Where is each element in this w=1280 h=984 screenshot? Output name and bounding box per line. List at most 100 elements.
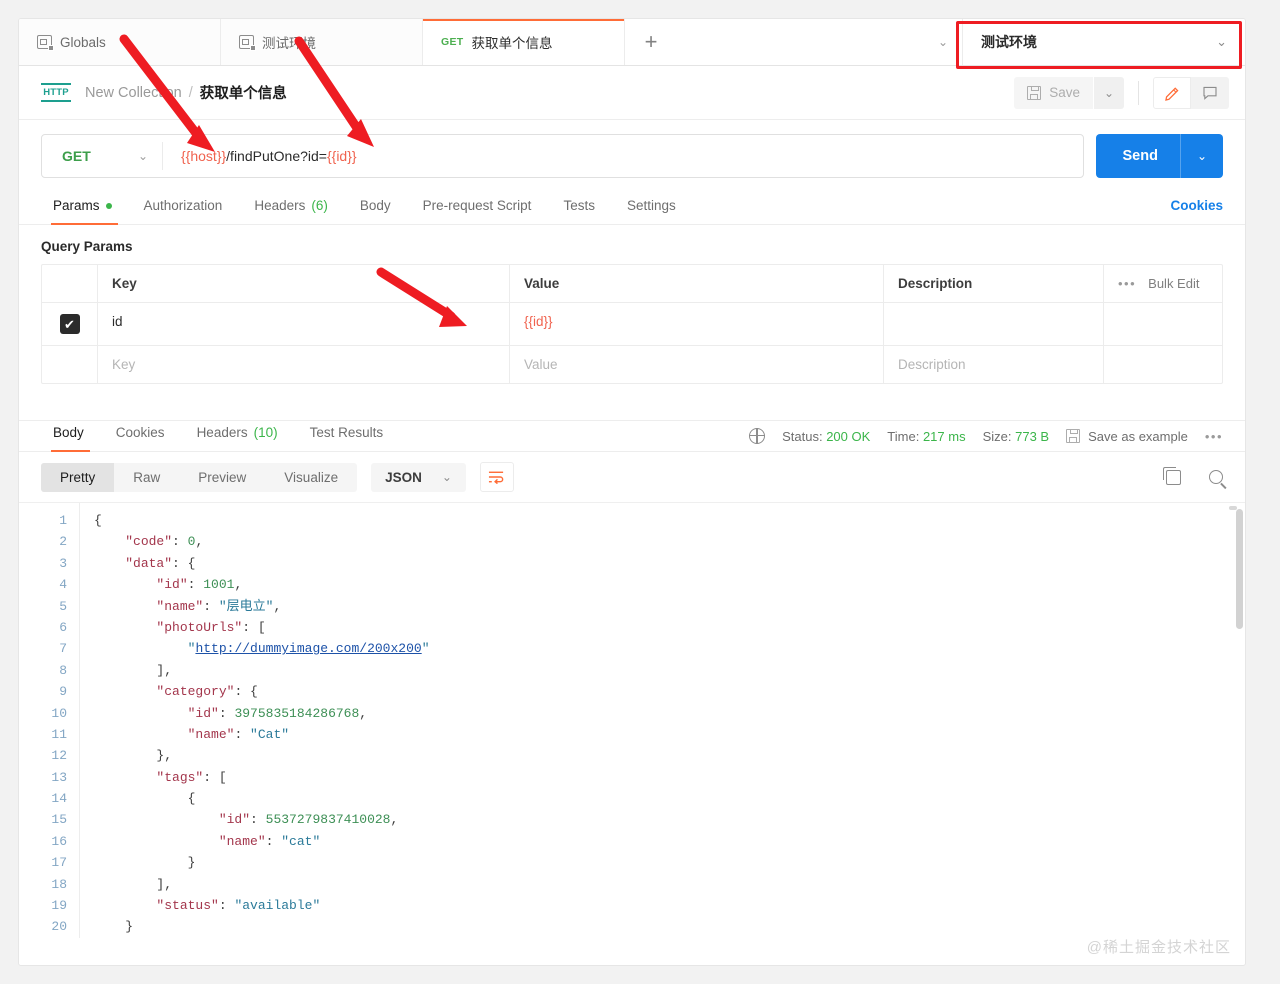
param-description-input[interactable] [884,303,1104,345]
tab-headers[interactable]: Headers (6) [238,194,344,224]
tab-label: Tests [563,198,595,213]
search-icon[interactable] [1209,470,1223,484]
line-number: 2 [59,534,67,550]
save-button[interactable]: Save [1014,76,1093,109]
tab-body[interactable]: Body [344,194,407,224]
code-token: , [195,534,204,550]
code-line: "data": { [94,553,1245,574]
new-param-value-input[interactable]: Value [510,346,884,383]
response-tab-headers[interactable]: Headers (10) [181,421,294,451]
code-token: ], [94,662,173,678]
code-line: { [94,788,1245,809]
size-value: 773 B [1015,428,1050,444]
code-token: }, [94,748,173,764]
response-tab-cookies[interactable]: Cookies [100,421,181,451]
column-header-value: Value [510,265,884,302]
view-mode-segmented-control: Pretty Raw Preview Visualize [41,462,358,492]
postman-window: Globals 测试环境 GET 获取单个信息 + ⌄ 测试环境 ⌄ HTTP … [18,18,1246,966]
code-token: { [94,513,102,528]
line-number: 7 [59,641,67,657]
edit-request-button[interactable] [1153,76,1191,109]
tab-bar: Globals 测试环境 GET 获取单个信息 + ⌄ 测试环境 ⌄ [19,19,1245,66]
send-button[interactable]: Send [1096,148,1179,164]
tab-authorization[interactable]: Authorization [128,194,239,224]
cookies-link[interactable]: Cookies [1170,198,1223,224]
tab-pre-request-script[interactable]: Pre-request Script [407,194,548,224]
tab-tests[interactable]: Tests [547,194,611,224]
chevron-down-icon: ⌄ [137,149,148,163]
url-input[interactable]: {{host}}/findPutOne?id={{id}} [163,148,357,164]
response-tab-body[interactable]: Body [41,421,100,452]
size-label: Size: [982,428,1012,444]
line-number: 15 [51,812,67,828]
view-mode-pretty[interactable]: Pretty [41,462,115,492]
column-header-key: Key [98,265,510,302]
new-param-key-input[interactable]: Key [98,346,510,383]
code-line: ], [94,660,1245,681]
globe-icon [748,427,766,444]
tab-count: (10) [253,425,278,440]
code-lines[interactable]: { "code": 0, "data": { "id": 1001, "name… [79,503,1245,938]
param-key-input[interactable]: id [98,303,510,345]
response-more-options-icon[interactable]: ••• [1205,429,1223,444]
response-format-select[interactable]: JSON ⌄ [371,462,466,492]
tab-params[interactable]: Params [41,194,128,225]
code-token: "name" [187,726,235,742]
line-number: 18 [51,876,67,892]
chevron-down-icon[interactable]: ⌄ [924,19,962,65]
code-token: " [421,641,430,657]
code-line: "id": 5537279837410028, [94,809,1245,830]
bulk-edit-button[interactable]: ••• Bulk Edit [1104,265,1222,302]
url-row: GET ⌄ {{host}}/findPutOne?id={{id}} Send… [19,120,1245,190]
status-value: 200 OK [826,428,871,444]
response-body-viewer[interactable]: 1 2 3 4 5 6 7 8 9 10 11 12 13 14 15 16 17 18 19 20 { "code"… [19,502,1245,947]
view-mode-raw[interactable]: Raw [114,463,179,492]
save-options-button[interactable]: ⌄ [1094,76,1124,109]
new-param-description-input[interactable]: Description [884,346,1104,383]
row-checkbox-cell [42,346,98,383]
send-options-chevron-icon[interactable]: ⌄ [1181,149,1223,163]
param-value-input[interactable]: {{id}} [510,303,884,345]
tab-globals[interactable]: Globals [19,19,221,65]
breadcrumb-collection[interactable]: New Collection [85,85,182,101]
line-number: 4 [59,577,67,593]
tab-test-environment[interactable]: 测试环境 [221,19,423,65]
code-line: "name": "层电立", [94,596,1245,617]
table-row: ✔ id {{id}} [42,303,1222,346]
send-button-group[interactable]: Send ⌄ [1096,134,1223,178]
row-actions [1104,346,1222,383]
view-mode-visualize[interactable]: Visualize [265,463,357,492]
http-method-select[interactable]: GET ⌄ [42,148,162,164]
tab-label: Body [359,198,391,213]
time-label: Time: [887,428,920,444]
comment-button[interactable] [1191,76,1229,109]
environment-selector[interactable]: 测试环境 ⌄ [962,19,1245,65]
tab-settings[interactable]: Settings [611,194,692,224]
response-format-value: JSON [385,469,422,485]
request-tabs: Params Authorization Headers (6) Body Pr… [19,190,1245,225]
new-tab-button[interactable]: + [625,19,677,65]
vertical-scrollbar[interactable] [1236,509,1243,629]
code-token: , [359,705,368,721]
save-as-example-button[interactable]: Save as example [1066,429,1188,444]
tab-label: Globals [60,34,106,50]
response-tab-test-results[interactable]: Test Results [294,421,400,451]
copy-icon[interactable] [1163,466,1181,485]
line-number: 14 [51,791,67,807]
param-enabled-checkbox[interactable]: ✔ [59,314,80,334]
query-params-title: Query Params [41,239,133,254]
header-checkbox-cell [42,265,98,302]
view-mode-preview[interactable]: Preview [179,463,265,492]
wrap-lines-button[interactable] [479,462,514,492]
url-path: /findPutOne?id= [226,148,327,164]
code-token[interactable]: http://dummyimage.com/200x200 [195,641,421,656]
breadcrumb-request-name[interactable]: 获取单个信息 [200,82,287,103]
tab-get-request[interactable]: GET 获取单个信息 [423,19,625,65]
